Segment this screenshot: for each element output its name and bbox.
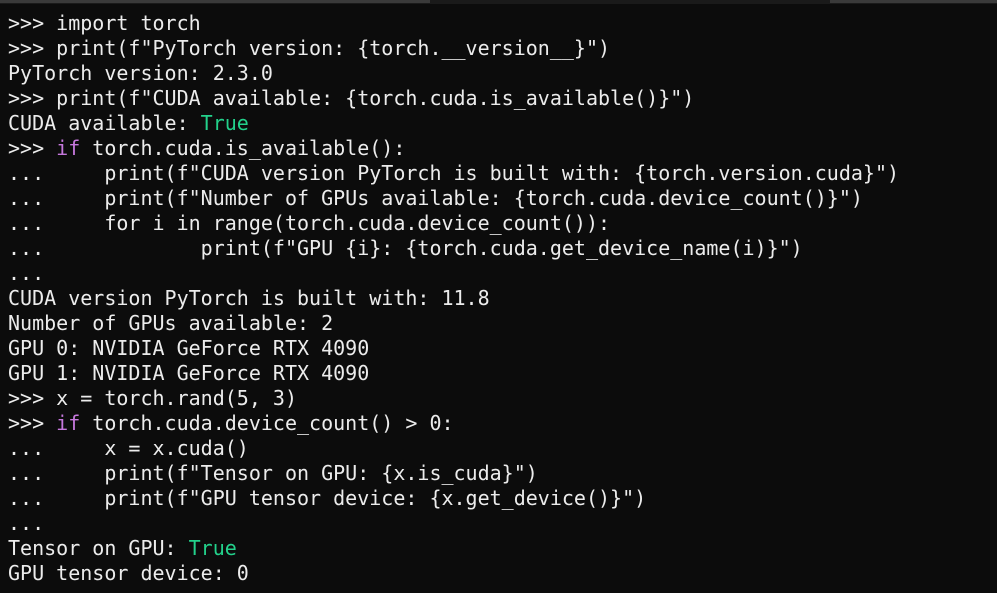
python-keyword: if <box>56 136 81 160</box>
prompt-marker: ... <box>8 436 45 460</box>
python-code: torch.cuda.device_count() > 0: <box>80 411 454 435</box>
output-text: PyTorch version: 2.3.0 <box>8 61 273 85</box>
prompt-marker: ... <box>8 161 45 185</box>
python-code: import torch <box>44 11 201 35</box>
python-code: print(f"CUDA version PyTorch is built wi… <box>44 161 900 185</box>
terminal-input-line: >>> x = torch.rand(5, 3) <box>8 386 993 411</box>
terminal-output-line: PyTorch version: 2.3.0 <box>8 61 993 86</box>
terminal-input-line: >>> print(f"PyTorch version: {torch.__ve… <box>8 36 993 61</box>
terminal-output-line: GPU tensor device: 0 <box>8 561 993 586</box>
terminal-output[interactable]: >>> import torch >>> print(f"PyTorch vers… <box>8 11 993 586</box>
prompt-marker: ... <box>8 211 45 235</box>
python-keyword: if <box>56 411 81 435</box>
terminal-input-line: ... for i in range(torch.cuda.device_cou… <box>8 211 993 236</box>
terminal-input-line: >>> if torch.cuda.is_available(): <box>8 136 993 161</box>
terminal-input-line: ... print(f"Number of GPUs available: {t… <box>8 186 993 211</box>
terminal-input-line: ... print(f"CUDA version PyTorch is buil… <box>8 161 993 186</box>
output-text: Tensor on GPU: <box>8 536 189 560</box>
output-text: Number of GPUs available: 2 <box>8 311 334 335</box>
tab-strip-right <box>830 0 997 3</box>
prompt-marker: ... <box>8 236 45 260</box>
prompt-marker: ... <box>8 486 45 510</box>
prompt-marker: >>> <box>8 11 45 35</box>
boolean-value: True <box>188 536 237 560</box>
output-text: CUDA version PyTorch is built with: 11.8 <box>8 286 490 310</box>
terminal-output-line: Number of GPUs available: 2 <box>8 311 993 336</box>
python-code: print(f"GPU tensor device: {x.get_device… <box>44 486 647 510</box>
output-text: GPU 1: NVIDIA GeForce RTX 4090 <box>8 361 370 385</box>
prompt-marker: ... <box>8 261 45 285</box>
terminal-input-line: ... <box>8 261 993 286</box>
terminal-input-line: >>> print(f"CUDA available: {torch.cuda.… <box>8 86 993 111</box>
python-code: print(f"CUDA available: {torch.cuda.is_a… <box>44 86 695 110</box>
terminal-output-line: CUDA available: True <box>8 111 993 136</box>
terminal-input-line: ... print(f"GPU tensor device: {x.get_de… <box>8 486 993 511</box>
output-text: GPU 0: NVIDIA GeForce RTX 4090 <box>8 336 370 360</box>
prompt-marker: >>> <box>8 386 45 410</box>
python-code: print(f"Tensor on GPU: {x.is_cuda}") <box>44 461 538 485</box>
terminal-output-line: CUDA version PyTorch is built with: 11.8 <box>8 286 993 311</box>
prompt-marker: >>> <box>8 136 45 160</box>
terminal-output-line: Tensor on GPU: True <box>8 536 993 561</box>
python-code: for i in range(torch.cuda.device_count()… <box>44 211 611 235</box>
terminal-output-line: GPU 0: NVIDIA GeForce RTX 4090 <box>8 336 993 361</box>
terminal-input-line: ... <box>8 511 993 536</box>
tab-strip-left <box>0 0 430 3</box>
python-code: x = torch.rand(5, 3) <box>44 386 297 410</box>
boolean-value: True <box>200 111 249 135</box>
prompt-marker: ... <box>8 186 45 210</box>
prompt-marker: ... <box>8 461 45 485</box>
terminal-input-line: >>> import torch <box>8 11 993 36</box>
prompt-marker: >>> <box>8 36 45 60</box>
terminal-input-line: ... print(f"GPU {i}: {torch.cuda.get_dev… <box>8 236 993 261</box>
output-text: GPU tensor device: 0 <box>8 561 249 585</box>
terminal-input-line: ... x = x.cuda() <box>8 436 993 461</box>
python-code: print(f"GPU {i}: {torch.cuda.get_device_… <box>44 236 803 260</box>
python-code: print(f"Number of GPUs available: {torch… <box>44 186 863 210</box>
terminal-input-line: >>> if torch.cuda.device_count() > 0: <box>8 411 993 436</box>
prompt-marker: >>> <box>8 411 45 435</box>
python-code: print(f"PyTorch version: {torch.__versio… <box>44 36 611 60</box>
python-code: x = x.cuda() <box>44 436 249 460</box>
terminal-output-line: GPU 1: NVIDIA GeForce RTX 4090 <box>8 361 993 386</box>
terminal-input-line: ... print(f"Tensor on GPU: {x.is_cuda}") <box>8 461 993 486</box>
window-top-bar <box>0 0 997 4</box>
prompt-marker: ... <box>8 511 45 535</box>
prompt-marker: >>> <box>8 86 45 110</box>
output-text: CUDA available: <box>8 111 201 135</box>
python-code: torch.cuda.is_available(): <box>80 136 406 160</box>
